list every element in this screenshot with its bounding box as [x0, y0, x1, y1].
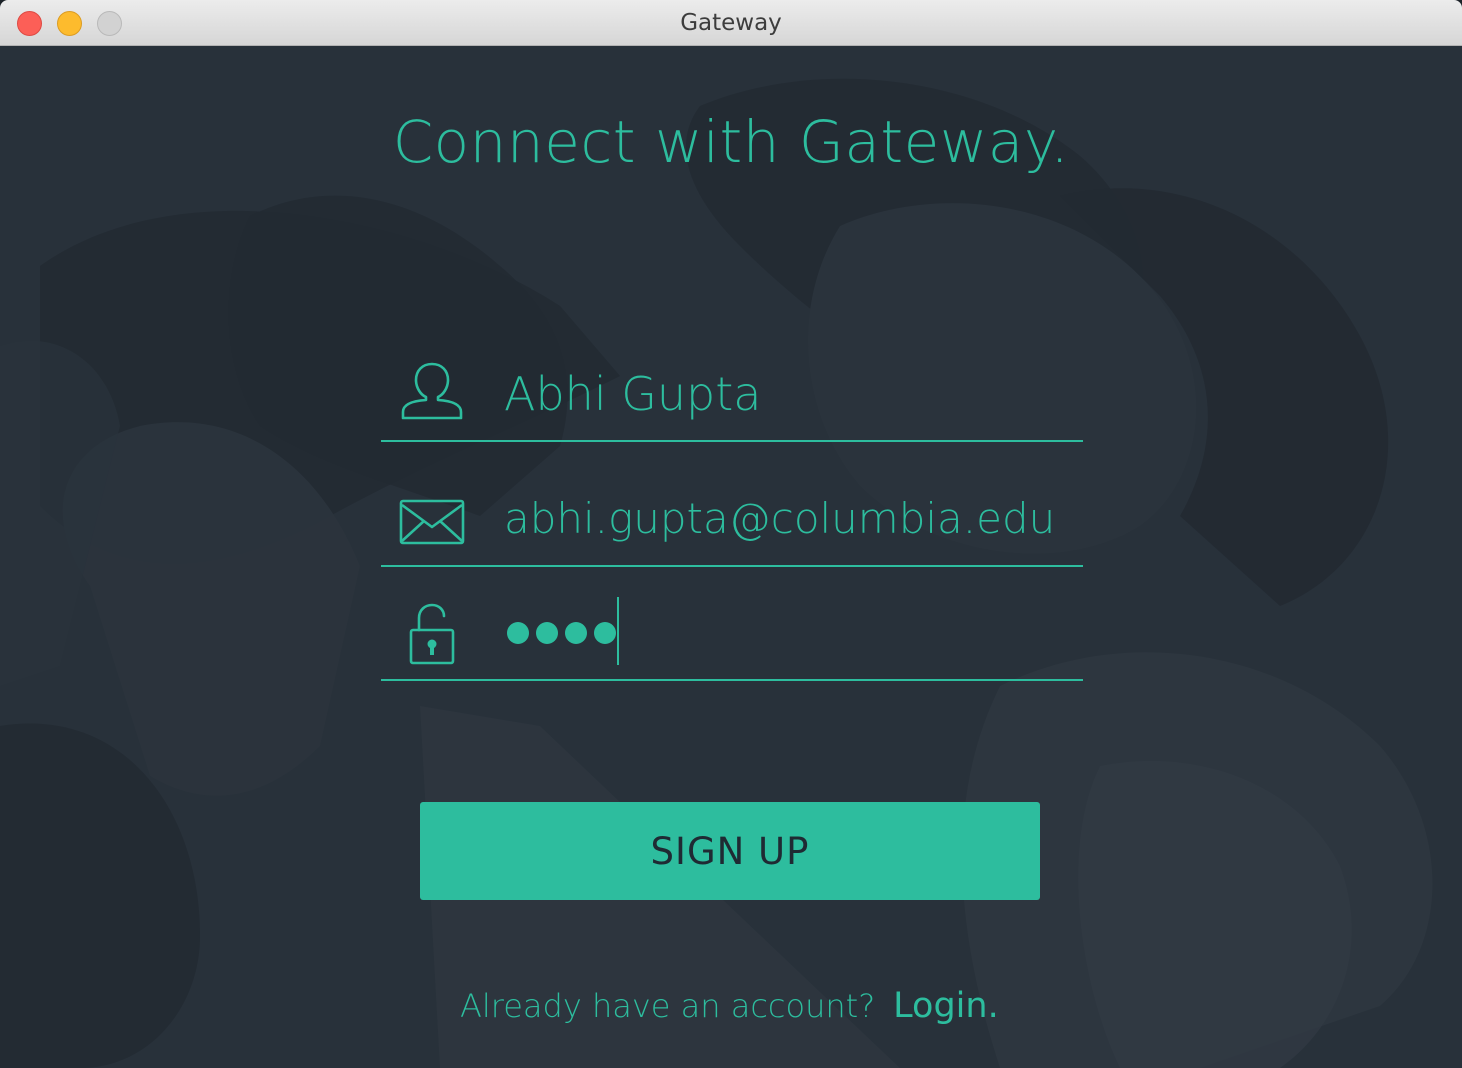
page-heading: Connect with Gateway.: [392, 108, 1070, 176]
login-prompt-text: Already have an account?: [460, 987, 876, 1025]
name-input[interactable]: Abhi Gupta: [504, 364, 1054, 424]
email-input[interactable]: abhi.gupta@columbia.edu: [504, 489, 1054, 549]
password-dot: [536, 622, 558, 644]
title-bar[interactable]: Gateway: [0, 0, 1462, 46]
signup-screen: Connect with Gateway. Abhi Gupta abhi.gu…: [0, 46, 1462, 1068]
name-field[interactable]: Abhi Gupta: [381, 342, 1083, 442]
password-dot: [594, 622, 616, 644]
password-input[interactable]: [507, 620, 616, 646]
login-link[interactable]: Login.: [893, 986, 999, 1026]
unlocked-padlock-icon: [409, 603, 455, 665]
login-prompt: Already have an account? Login.: [460, 986, 999, 1036]
email-field[interactable]: abhi.gupta@columbia.edu: [381, 481, 1083, 567]
sign-up-button[interactable]: SIGN UP: [420, 802, 1040, 900]
app-window: Gateway Connect with Gateway. Abhi Gupta: [0, 0, 1462, 1068]
password-field[interactable]: [381, 590, 1083, 681]
text-caret: [617, 597, 619, 665]
envelope-icon: [399, 499, 465, 545]
user-icon: [401, 362, 463, 420]
window-title: Gateway: [680, 10, 782, 36]
password-dot: [507, 622, 529, 644]
password-dot: [565, 622, 587, 644]
